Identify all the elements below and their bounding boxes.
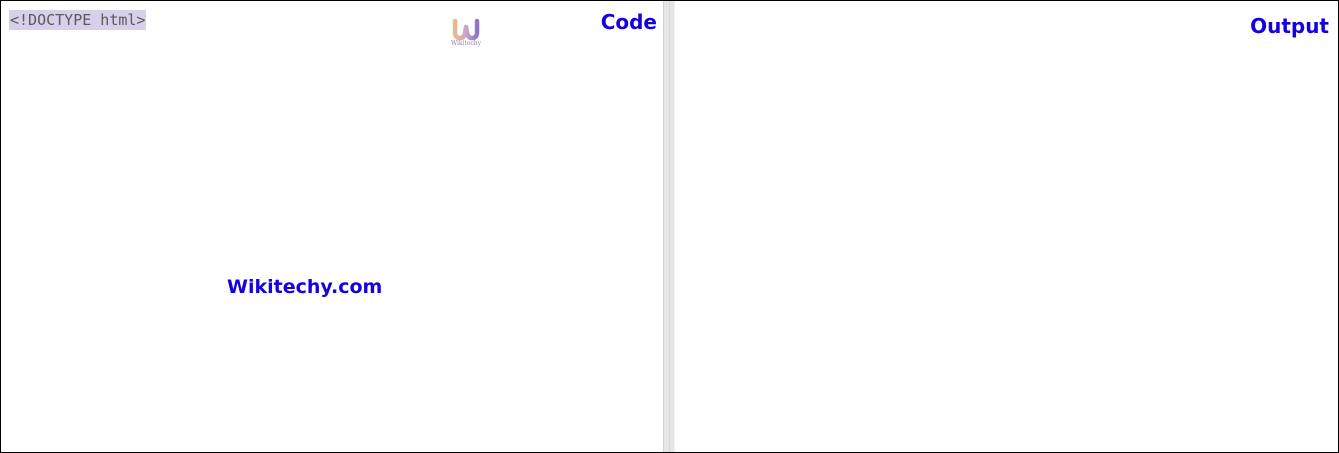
pane-splitter[interactable] — [663, 1, 675, 452]
output-pane-title: Output — [1250, 14, 1329, 38]
code-line-1[interactable]: <!DOCTYPE html> — [9, 10, 147, 30]
code-pane-title: Code — [600, 10, 657, 34]
editor-window: <!DOCTYPE html> Wikitechy Code Wikitechy… — [0, 0, 1339, 453]
output-pane: Output — [675, 1, 1338, 452]
logo-mark — [452, 18, 480, 41]
watermark-text: Wikitechy.com — [227, 276, 383, 298]
code-pane[interactable]: <!DOCTYPE html> Wikitechy Code Wikitechy… — [1, 1, 663, 452]
logo-text: Wikitechy — [450, 40, 482, 47]
wikitechy-logo-icon: Wikitechy — [449, 18, 483, 50]
